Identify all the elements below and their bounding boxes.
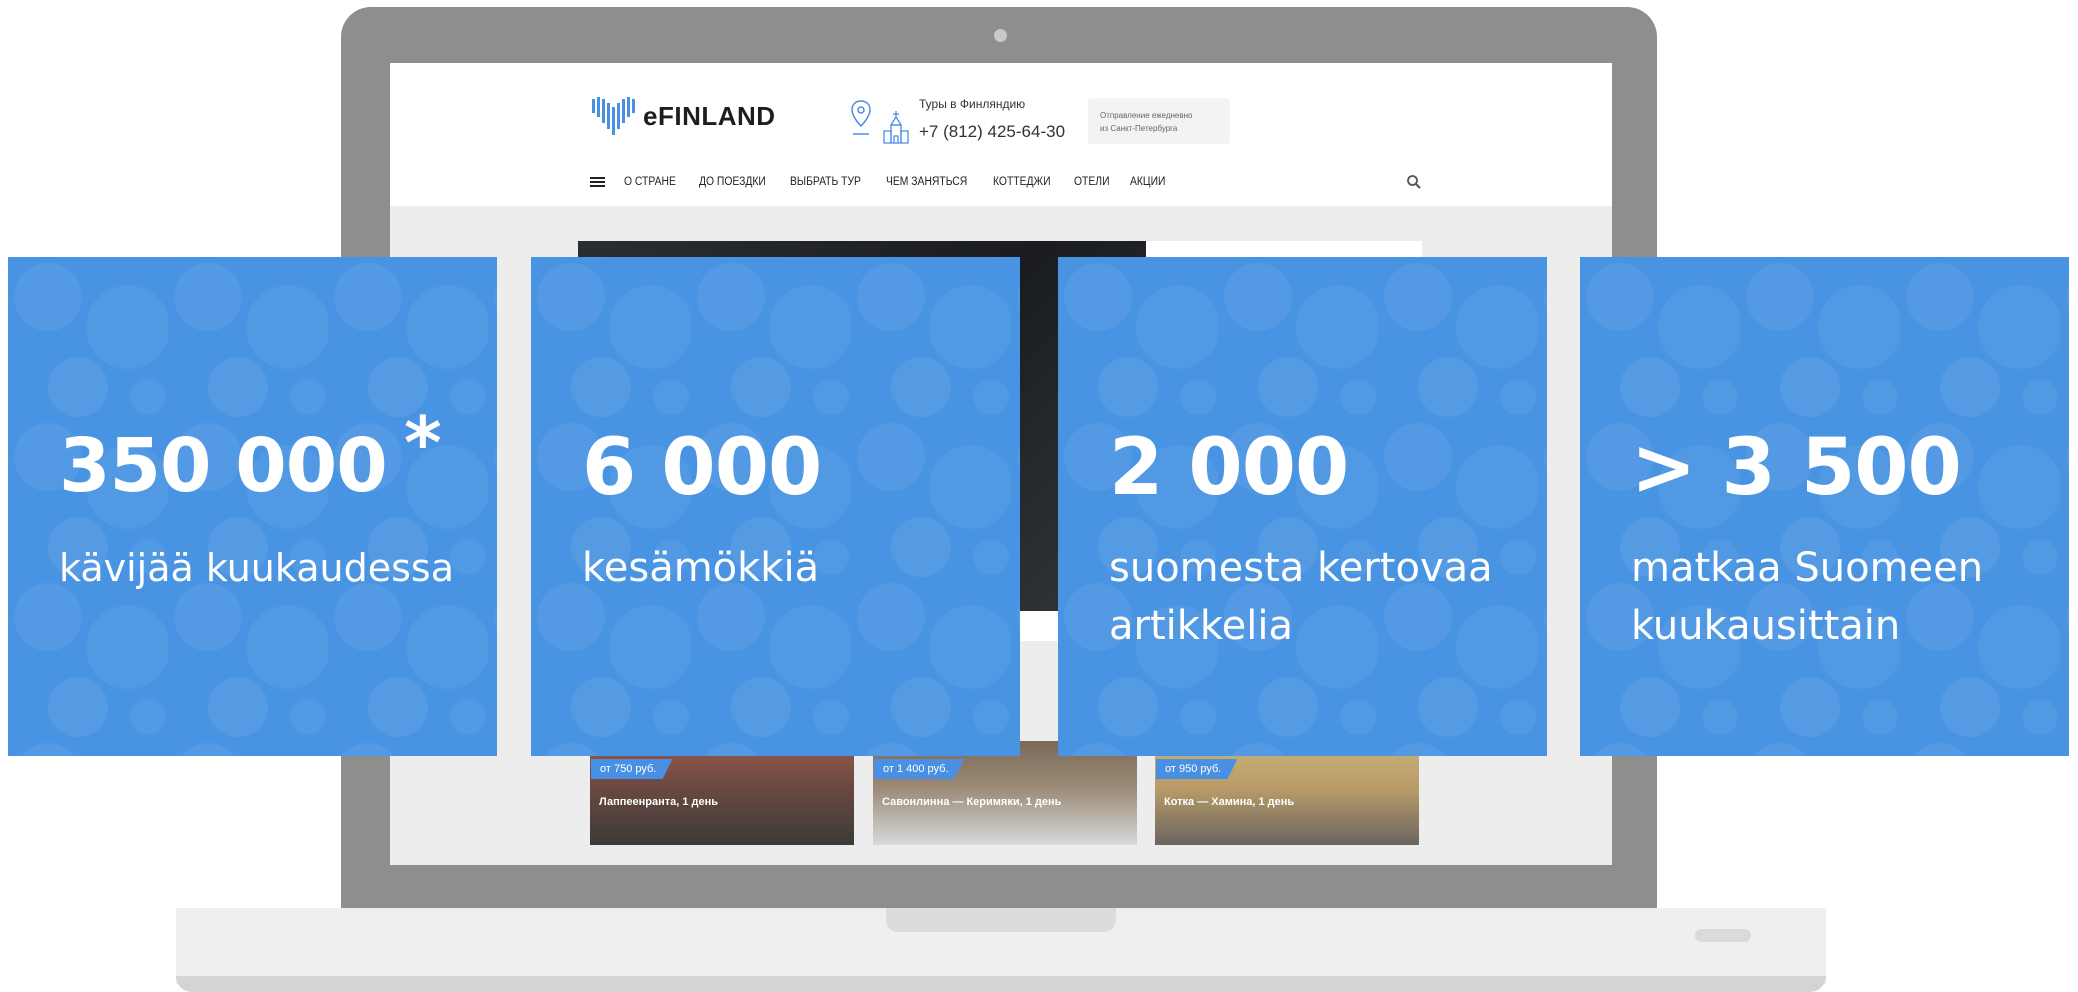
- stat-label-line: kesämökkiä: [582, 545, 820, 591]
- site-header: eFINLAND Туры в Финляндию +7 (812) 425-6…: [390, 63, 1612, 206]
- tour-title[interactable]: Котка — Хамина, 1 день: [1164, 796, 1294, 808]
- nav-item-hotels[interactable]: ОТЕЛИ: [1074, 176, 1110, 188]
- nav-item-country[interactable]: О СТРАНЕ: [624, 176, 676, 188]
- stat-tile-visitors: 350 000 * kävijää kuukaudessa: [8, 257, 497, 756]
- stat-label-line: matkaa Suomeen: [1631, 545, 1984, 591]
- stat-label-line: artikkelia: [1109, 603, 1294, 649]
- nav-item-things-to-do[interactable]: ЧЕМ ЗАНЯТЬСЯ: [886, 176, 967, 188]
- tour-price-badge: от 950 руб.: [1156, 759, 1238, 779]
- main-nav: О СТРАНЕ ДО ПОЕЗДКИ ВЫБРАТЬ ТУР ЧЕМ ЗАНЯ…: [590, 173, 1440, 191]
- nav-item-choose-tour[interactable]: ВЫБРАТЬ ТУР: [790, 176, 861, 188]
- stat-label-line: kävijää kuukaudessa: [59, 546, 454, 590]
- tour-title[interactable]: Савонлинна — Керимяки, 1 день: [882, 796, 1061, 808]
- departure-line-2: из Санкт-Петербурга: [1100, 124, 1178, 133]
- stat-footnote-asterisk: *: [404, 401, 442, 485]
- indicator-light: [1695, 929, 1751, 942]
- nav-item-before-trip[interactable]: ДО ПОЕЗДКИ: [699, 176, 766, 188]
- tour-price-badge: от 750 руб.: [591, 759, 673, 779]
- phone-number[interactable]: +7 (812) 425-64-30: [919, 122, 1065, 142]
- stat-tile-articles: 2 000 suomesta kertovaa artikkelia: [1058, 257, 1547, 756]
- laptop-hinge: [886, 908, 1116, 932]
- brand-logo-text[interactable]: eFINLAND: [643, 101, 776, 132]
- heart-logo-icon[interactable]: [590, 95, 636, 137]
- church-icon: [883, 111, 909, 144]
- map-pin-icon: [851, 100, 871, 135]
- stat-label: matkaa Suomeen kuukausittain: [1631, 539, 1983, 655]
- tour-card[interactable]: от 750 руб. Лаппеенранта, 1 день: [590, 741, 854, 845]
- tour-price-badge: от 1 400 руб.: [874, 759, 965, 779]
- stat-value: 350 000: [59, 423, 388, 509]
- stat-label: kävijää kuukaudessa: [59, 539, 454, 597]
- camera-icon: [994, 29, 1007, 42]
- stat-label: kesämökkiä: [582, 539, 819, 597]
- stat-label-line: kuukausittain: [1631, 603, 1901, 649]
- nav-item-offers[interactable]: АКЦИИ: [1130, 176, 1165, 188]
- tour-card[interactable]: от 1 400 руб. Савонлинна — Керимяки, 1 д…: [873, 741, 1137, 845]
- hamburger-icon[interactable]: [590, 177, 605, 187]
- laptop-base-edge: [176, 976, 1826, 992]
- departure-note: Отправление ежедневно из Санкт-Петербург…: [1088, 98, 1230, 144]
- stat-value: 2 000: [1109, 423, 1349, 513]
- tours-label: Туры в Финляндию: [919, 97, 1026, 111]
- stat-label: suomesta kertovaa artikkelia: [1109, 539, 1493, 655]
- stat-value: 6 000: [582, 423, 822, 513]
- departure-line-1: Отправление ежедневно: [1100, 111, 1193, 120]
- stat-tile-cottages: 6 000 kesämökkiä: [531, 257, 1020, 756]
- tour-card[interactable]: от 950 руб. Котка — Хамина, 1 день: [1155, 741, 1419, 845]
- nav-item-cottages[interactable]: КОТТЕДЖИ: [993, 176, 1051, 188]
- stat-tile-trips: > 3 500 matkaa Suomeen kuukausittain: [1580, 257, 2069, 756]
- stat-label-line: suomesta kertovaa: [1109, 545, 1493, 591]
- stat-value: > 3 500: [1631, 423, 1962, 513]
- search-icon[interactable]: [1406, 174, 1422, 190]
- tour-title[interactable]: Лаппеенранта, 1 день: [599, 796, 718, 808]
